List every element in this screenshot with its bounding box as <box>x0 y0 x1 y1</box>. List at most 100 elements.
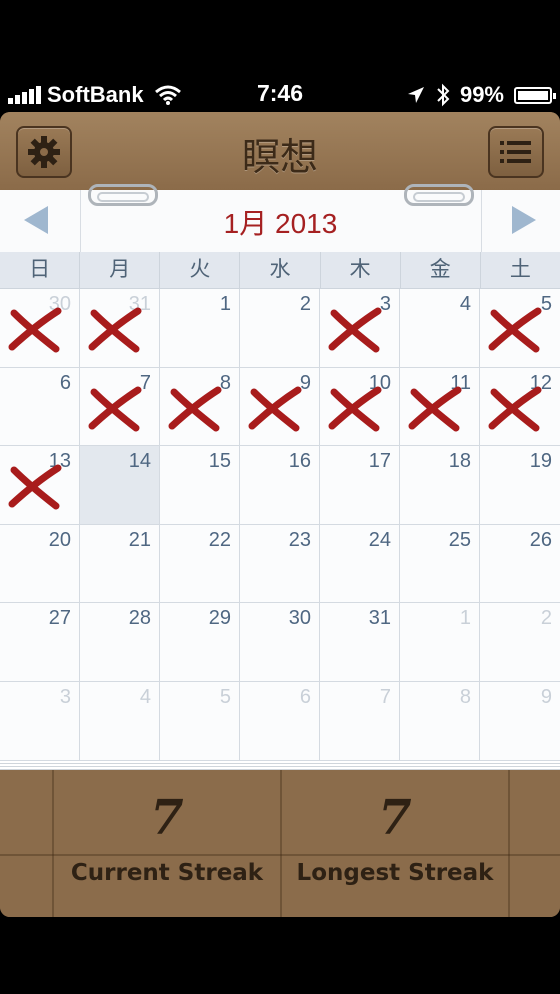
day-cell[interactable]: 4 <box>80 681 160 761</box>
battery-percent: 99% <box>459 82 504 107</box>
day-number: 15 <box>208 450 231 473</box>
day-cell[interactable]: 13 <box>0 446 80 525</box>
list-button[interactable] <box>488 126 544 178</box>
day-number: 2 <box>299 293 311 315</box>
x-mark-icon <box>88 386 142 432</box>
weekday-label: 木 <box>321 252 401 288</box>
day-cell[interactable]: 16 <box>240 446 320 525</box>
day-number: 2 <box>540 607 552 630</box>
day-cell[interactable]: 24 <box>320 524 400 604</box>
day-cell[interactable]: 20 <box>0 524 80 604</box>
next-month-icon[interactable] <box>512 206 536 234</box>
longest-streak-label: Longest Streak <box>296 860 494 886</box>
longest-streak-value: 7 <box>378 790 412 846</box>
location-icon <box>407 87 424 103</box>
day-cell[interactable]: 30 <box>240 603 320 682</box>
day-number: 21 <box>128 528 151 551</box>
weekday-label: 日 <box>0 252 81 288</box>
day-cell[interactable]: 28 <box>80 603 160 682</box>
day-cell-today[interactable]: 14 <box>80 446 160 525</box>
day-number: 22 <box>208 528 231 551</box>
day-number: 6 <box>59 371 71 394</box>
day-number: 23 <box>288 528 311 551</box>
page-stack <box>0 761 560 770</box>
day-cell[interactable]: 2 <box>240 289 320 368</box>
day-number: 3 <box>59 685 71 708</box>
weekday-label: 月 <box>80 252 161 288</box>
status-right: 99% <box>406 80 556 110</box>
day-cell[interactable]: 3 <box>0 681 80 761</box>
day-cell[interactable]: 1 <box>160 289 240 368</box>
day-cell[interactable]: 6 <box>0 367 80 447</box>
day-cell[interactable]: 2 <box>480 603 560 682</box>
weekday-label: 金 <box>401 252 481 288</box>
day-number: 25 <box>448 528 471 551</box>
x-mark-icon <box>248 386 302 432</box>
day-cell[interactable]: 4 <box>400 289 480 368</box>
day-cell[interactable]: 29 <box>160 603 240 682</box>
day-cell[interactable]: 22 <box>160 524 240 604</box>
day-number: 6 <box>299 685 311 708</box>
day-number: 28 <box>128 607 151 630</box>
day-cell[interactable]: 7 <box>320 681 400 761</box>
day-cell[interactable]: 6 <box>240 681 320 761</box>
day-number: 7 <box>379 685 391 708</box>
app-window: 瞑想 1月 2013 日月火水木金土 30 31 1 2 3 4 5 6 7 8 9 10 11 12 13… <box>0 112 560 917</box>
day-cell[interactable]: 1 <box>400 603 480 682</box>
day-cell[interactable]: 17 <box>320 446 400 525</box>
day-cell[interactable]: 19 <box>480 446 560 525</box>
day-grid: 30 31 1 2 3 4 5 6 7 8 9 10 11 12 13 14 15 16 17 18 19 20 21 22 2… <box>0 289 560 761</box>
header: 瞑想 <box>0 112 560 190</box>
x-mark-icon <box>88 307 142 353</box>
day-cell[interactable]: 12 <box>480 367 560 447</box>
paper-clip-icon <box>88 184 158 206</box>
day-cell[interactable]: 10 <box>320 367 400 447</box>
day-number: 5 <box>219 685 231 708</box>
x-mark-icon <box>328 307 382 353</box>
day-number: 19 <box>529 450 552 473</box>
day-cell[interactable]: 31 <box>320 603 400 682</box>
day-number: 24 <box>368 528 391 551</box>
day-number: 18 <box>448 450 471 473</box>
month-title: 1月 2013 <box>223 208 338 239</box>
weekday-label: 水 <box>240 252 321 288</box>
day-cell[interactable]: 5 <box>160 681 240 761</box>
current-streak-label: Current Streak <box>70 860 264 886</box>
day-number: 17 <box>368 450 391 473</box>
day-cell[interactable]: 31 <box>80 289 160 368</box>
day-cell[interactable]: 8 <box>400 681 480 761</box>
x-mark-icon <box>328 386 382 432</box>
day-cell[interactable]: 18 <box>400 446 480 525</box>
day-cell[interactable]: 7 <box>80 367 160 447</box>
day-cell[interactable]: 27 <box>0 603 80 682</box>
day-cell[interactable]: 9 <box>480 681 560 761</box>
bluetooth-icon <box>437 83 450 107</box>
prev-month-icon[interactable] <box>24 206 48 234</box>
day-number: 26 <box>529 528 552 551</box>
day-cell[interactable]: 26 <box>480 524 560 604</box>
day-number: 30 <box>288 607 311 630</box>
day-cell[interactable]: 9 <box>240 367 320 447</box>
weekday-header: 日月火水木金 土 <box>0 252 560 289</box>
paper-clip-icon <box>404 184 474 206</box>
day-number: 14 <box>128 450 151 473</box>
day-cell[interactable]: 3 <box>320 289 400 368</box>
status-bar: SoftBank 7:46 99% <box>0 0 560 112</box>
day-cell[interactable]: 5 <box>480 289 560 368</box>
day-number: 20 <box>48 528 71 551</box>
day-cell[interactable]: 21 <box>80 524 160 604</box>
day-number: 1 <box>459 607 471 630</box>
day-number: 1 <box>219 293 231 315</box>
day-cell[interactable]: 8 <box>160 367 240 447</box>
day-number: 31 <box>368 607 391 630</box>
day-cell[interactable]: 23 <box>240 524 320 604</box>
x-mark-icon <box>8 464 62 510</box>
day-cell[interactable]: 11 <box>400 367 480 447</box>
day-cell[interactable]: 25 <box>400 524 480 604</box>
day-number: 27 <box>48 607 71 630</box>
weekday-label: 土 <box>509 258 531 281</box>
list-icon <box>500 141 531 163</box>
day-cell[interactable]: 15 <box>160 446 240 525</box>
day-cell[interactable]: 30 <box>0 289 80 368</box>
day-number: 8 <box>459 685 471 708</box>
